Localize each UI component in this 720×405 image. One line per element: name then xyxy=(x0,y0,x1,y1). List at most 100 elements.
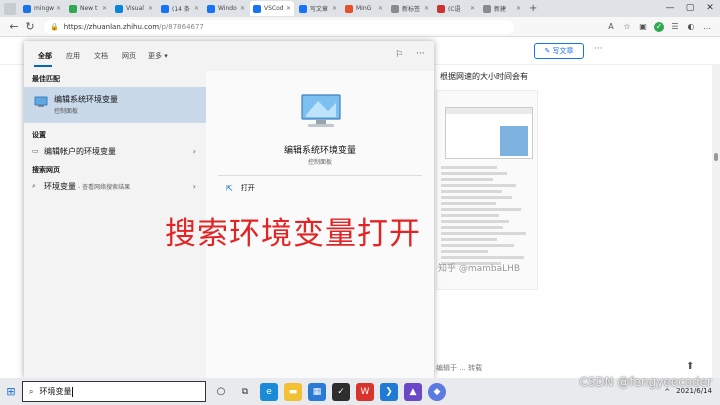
overlay-caption: 搜索环境变量打开 xyxy=(165,216,421,252)
browser-tab[interactable]: mingw ✕ xyxy=(20,1,64,16)
tab-label: MinG xyxy=(356,5,372,12)
extension-icon[interactable]: ✓ xyxy=(654,21,664,32)
maximize-icon[interactable]: ▢ xyxy=(680,0,700,17)
tab-label: 新建 xyxy=(494,6,507,13)
tab-close-icon[interactable]: ✕ xyxy=(148,5,153,12)
detail-title: 编辑系统环境变量 xyxy=(283,146,356,156)
app2-icon[interactable]: ◆ xyxy=(428,382,446,401)
new-tab-icon[interactable]: + xyxy=(529,3,537,14)
tab-favicon-icon xyxy=(115,4,123,13)
web-search-heading: 搜索网页 xyxy=(32,166,60,174)
tab-strip: mingw ✕ New t ✕ Visual ✕ (14 条 ✕ Windo ✕ VSCod ✕ 写文章… xyxy=(20,1,526,16)
url-field[interactable]: 🔒 https://zhuanlan.zhihu.com /p/87864677 xyxy=(44,19,514,34)
tab-web[interactable]: 网页 xyxy=(122,51,136,61)
browser-tab[interactable]: VSCod ✕ xyxy=(250,1,294,16)
tab-close-icon[interactable]: ✕ xyxy=(424,5,429,12)
browser-tab[interactable]: (14 条 ✕ xyxy=(158,1,202,16)
more-menu-icon[interactable]: … xyxy=(702,22,712,32)
open-action[interactable]: ⇱ 打开 xyxy=(226,183,255,193)
profile-icon[interactable]: ◐ xyxy=(686,22,696,32)
csdn-watermark: CSDN @fengyeecoder xyxy=(579,375,712,389)
web-search-item[interactable]: ⌕ 环境变量 - 查看网络搜索结果 › xyxy=(24,177,206,195)
url-path: /p/87864677 xyxy=(159,22,204,31)
tab-favicon-icon xyxy=(207,4,215,13)
lock-icon: 🔒 xyxy=(50,22,59,31)
favorites-icon[interactable]: ☰ xyxy=(670,22,680,32)
tab-close-icon[interactable]: ✕ xyxy=(56,5,61,12)
back-icon[interactable]: ← xyxy=(6,20,22,33)
file-explorer-icon[interactable]: ▬ xyxy=(284,382,302,401)
text-caret xyxy=(72,386,74,397)
active-tab-indicator xyxy=(34,65,52,67)
tab-label: (14 条 xyxy=(172,6,190,13)
page-scrollbar[interactable] xyxy=(712,65,720,378)
panel-options-icon[interactable]: ··· xyxy=(416,49,425,59)
tab-close-icon[interactable]: ✕ xyxy=(286,5,291,12)
visual-studio-icon[interactable]: ✓ xyxy=(332,382,350,401)
detail-divider xyxy=(218,175,422,176)
browser-tab[interactable]: (C语 ✕ xyxy=(434,1,478,16)
browser-tab[interactable]: 新标签 ✕ xyxy=(388,1,432,16)
task-view-icon[interactable]: ⧉ xyxy=(236,383,254,401)
chevron-right-icon[interactable]: › xyxy=(193,182,196,191)
address-bar-row: ← ↻ 🔒 https://zhuanlan.zhihu.com /p/8786… xyxy=(0,17,720,37)
browser-tab[interactable]: Visual ✕ xyxy=(112,1,156,16)
tab-favicon-icon xyxy=(391,4,399,13)
close-icon[interactable]: ✕ xyxy=(700,0,720,17)
tab-close-icon[interactable]: ✕ xyxy=(240,5,245,12)
tab-favicon-icon xyxy=(437,4,445,13)
cortana-icon[interactable]: ○ xyxy=(212,383,230,401)
tab-close-icon[interactable]: ✕ xyxy=(516,5,521,12)
browser-tab[interactable]: Windo ✕ xyxy=(204,1,248,16)
favorite-star-icon[interactable]: ☆ xyxy=(622,22,632,32)
edit-icon: ✎ xyxy=(544,47,553,55)
tab-close-icon[interactable]: ✕ xyxy=(378,5,383,12)
window-controls: — ▢ ✕ xyxy=(660,0,720,17)
store-icon[interactable]: ▦ xyxy=(308,382,326,401)
open-icon: ⇱ xyxy=(226,183,233,193)
best-match-item[interactable]: 编辑系统环境变量 控制面板 xyxy=(24,87,206,123)
taskbar-apps: ○ ⧉ e ▬ ▦ ✓ W ❯ ▲ ◆ xyxy=(212,382,446,401)
web-search-sub: - 查看网络搜索结果 xyxy=(78,183,131,191)
settings-heading: 设置 xyxy=(32,131,46,139)
more-options-icon[interactable]: ··· xyxy=(594,44,603,54)
screenshot-lines xyxy=(441,166,535,268)
url-host: https://zhuanlan.zhihu.com xyxy=(63,22,160,31)
tab-close-icon[interactable]: ✕ xyxy=(194,5,199,12)
browser-tab[interactable]: New t ✕ xyxy=(66,1,110,16)
screenshot-window xyxy=(445,107,533,159)
tab-apps[interactable]: 应用 xyxy=(66,51,80,61)
feedback-icon[interactable]: ⚐ xyxy=(395,50,403,60)
web-search-label: 环境变量 xyxy=(44,181,76,191)
wps-icon[interactable]: W xyxy=(356,382,374,401)
refresh-icon[interactable]: ↻ xyxy=(22,20,38,33)
windows-start-icon[interactable]: ⊞ xyxy=(0,378,22,405)
app-icon[interactable]: ▲ xyxy=(404,382,422,401)
best-match-name: 编辑系统环境变量 xyxy=(54,95,118,104)
tab-documents[interactable]: 文档 xyxy=(94,51,108,61)
tab-close-icon[interactable]: ✕ xyxy=(332,5,337,12)
tab-all[interactable]: 全部 xyxy=(38,51,52,61)
scroll-top-icon[interactable]: ⬆ xyxy=(686,361,694,372)
browser-tab[interactable]: MinG ✕ xyxy=(342,1,386,16)
read-aloud-icon[interactable]: A xyxy=(606,22,616,32)
write-article-button[interactable]: ✎ 写文章 xyxy=(534,43,584,59)
edge-icon[interactable]: e xyxy=(260,382,278,401)
tab-favicon-icon xyxy=(253,4,261,13)
minimize-icon[interactable]: — xyxy=(660,0,680,17)
detail-subtitle: 控制面板 xyxy=(307,159,332,166)
vscode-icon[interactable]: ❯ xyxy=(380,382,398,401)
window-menu-icon[interactable] xyxy=(4,2,16,15)
tab-more[interactable]: 更多 ▾ xyxy=(148,51,168,61)
settings-item-account-env[interactable]: ▭ 编辑帐户的环境变量 › xyxy=(24,142,206,160)
collections-icon[interactable]: ▣ xyxy=(638,22,648,32)
tab-label: 写文章 xyxy=(310,6,329,13)
browser-tab-bar: mingw ✕ New t ✕ Visual ✕ (14 条 ✕ Windo ✕ VSCod ✕ 写文章… xyxy=(0,0,720,17)
tab-close-icon[interactable]: ✕ xyxy=(470,5,475,12)
tab-close-icon[interactable]: ✕ xyxy=(102,5,107,12)
taskbar-search-box[interactable]: ⌕ 环境变量 xyxy=(22,381,206,402)
tab-label: (C语 xyxy=(448,6,461,13)
browser-tab[interactable]: 新建 ✕ xyxy=(480,1,524,16)
browser-tab[interactable]: 写文章 ✕ xyxy=(296,1,340,16)
chevron-right-icon[interactable]: › xyxy=(193,147,196,156)
